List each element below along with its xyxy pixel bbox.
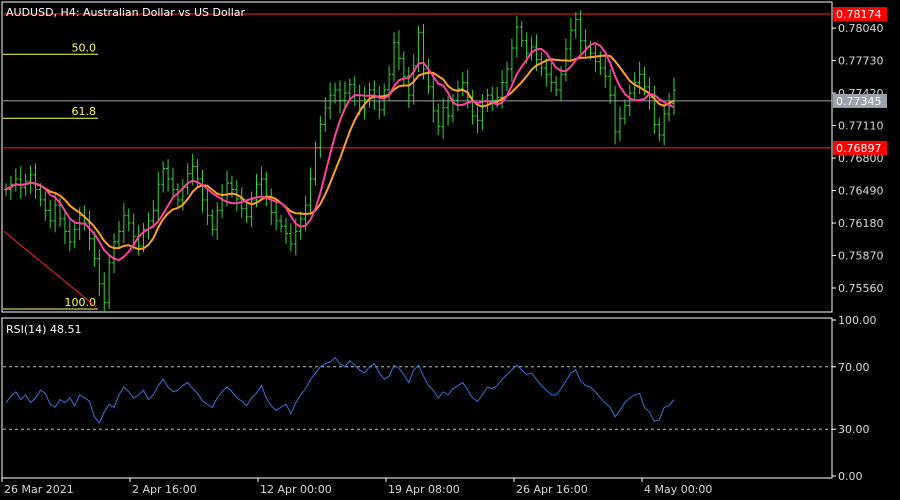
price-axis-label: 0.75870	[838, 250, 884, 263]
fibonacci-label: 61.8	[72, 105, 97, 118]
time-axis-label: 12 Apr 00:00	[260, 483, 332, 496]
time-axis-label: 26 Apr 16:00	[516, 483, 588, 496]
rsi-axis: 100.00 70.00 30.00 0.00	[832, 314, 877, 483]
price-axis-label: 0.78040	[838, 22, 884, 35]
moving-averages	[5, 41, 675, 262]
price-level-lines	[3, 13, 832, 149]
rsi-axis-label: 100.00	[838, 314, 877, 327]
time-axis-label: 26 Mar 2021	[4, 483, 74, 496]
rsi-title: RSI(14) 48.51	[6, 323, 81, 336]
time-axis-label: 19 Apr 08:00	[388, 483, 460, 496]
price-axis-label: 0.77110	[838, 120, 884, 133]
rsi-axis-label: 0.00	[838, 470, 863, 483]
price-level-badge-label: 0.76897	[836, 142, 882, 155]
chart-window: 50.061.8100.0 0.780400.777300.774200.771…	[1, 1, 887, 496]
moving-average-fast	[5, 41, 675, 262]
rsi-level-lines	[3, 366, 832, 430]
candlestick-series	[4, 10, 676, 313]
time-axis: 26 Mar 2021 2 Apr 16:00 12 Apr 00:00 19 Apr…	[1, 478, 712, 496]
fibonacci-label: 50.0	[72, 41, 97, 54]
price-level-badge-label: 0.77345	[836, 95, 882, 108]
time-axis-label: 2 Apr 16:00	[132, 483, 197, 496]
price-axis-label: 0.76490	[838, 185, 884, 198]
chart-title: AUDUSD, H4: Australian Dollar vs US Doll…	[6, 6, 246, 19]
price-axis-label: 0.75560	[838, 282, 884, 295]
price-level-badge-label: 0.78174	[836, 8, 882, 21]
main-chart-frame	[1, 1, 833, 313]
price-axis-label: 0.76180	[838, 217, 884, 230]
price-axis: 0.780400.777300.774200.771100.768000.764…	[832, 22, 884, 295]
price-axis-label: 0.77730	[838, 55, 884, 68]
time-axis-label: 4 May 00:00	[644, 483, 712, 496]
fibonacci-trend-line	[3, 231, 97, 308]
rsi-axis-label: 70.00	[838, 361, 870, 374]
fibonacci-levels: 50.061.8100.0	[3, 41, 98, 310]
rsi-axis-label: 30.00	[838, 423, 870, 436]
rsi-chart-frame	[1, 317, 833, 479]
